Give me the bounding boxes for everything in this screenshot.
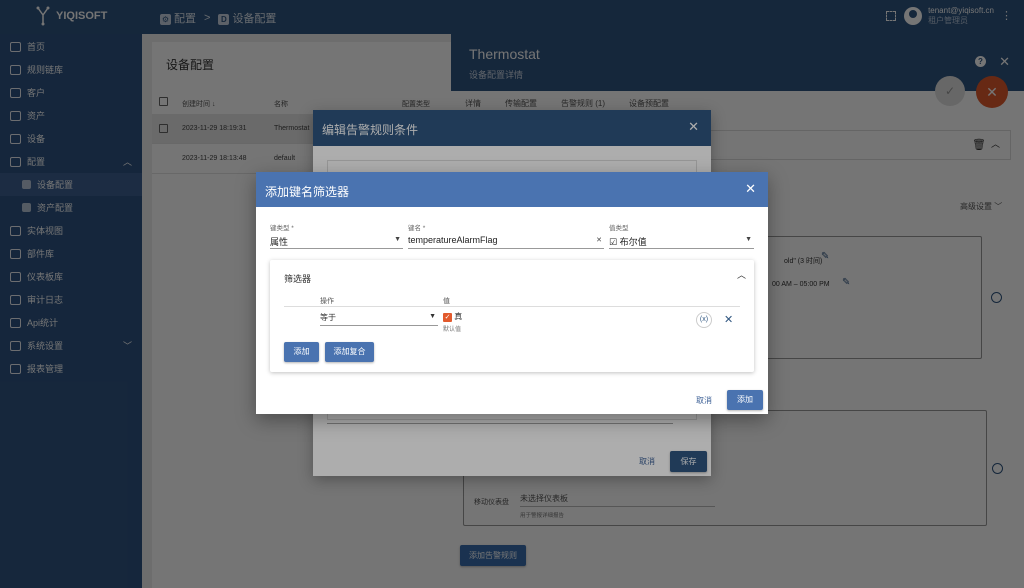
key-type-field[interactable]: 键类型 * 属性 ▼ xyxy=(270,222,403,249)
clear-icon[interactable]: ✕ xyxy=(596,236,602,244)
key-name-input[interactable]: temperatureAlarmFlag ✕ xyxy=(408,235,604,249)
value-type-select[interactable]: ☑ 布尔值 ▼ xyxy=(609,235,754,249)
add-filter-button[interactable]: 添加 xyxy=(284,342,319,362)
confirm-add-button[interactable]: 添加 xyxy=(727,390,763,410)
key-name-field[interactable]: 键名 * temperatureAlarmFlag ✕ xyxy=(408,222,604,249)
operation-select[interactable]: 等于 ▼ xyxy=(320,312,438,326)
value-type-value: 布尔值 xyxy=(619,237,647,247)
key-type-label: 键类型 * xyxy=(270,225,294,232)
dialog-header: 添加键名筛选器 ✕ xyxy=(256,172,768,207)
add-key-filter-dialog: 添加键名筛选器 ✕ 键类型 * 属性 ▼ 键名 * temperatureAlar… xyxy=(256,172,768,414)
operation-value: 等于 xyxy=(320,313,336,322)
checkbox-checked-icon: ✓ xyxy=(443,313,452,322)
close-icon[interactable]: ✕ xyxy=(745,181,756,197)
default-value-hint: 默认值 xyxy=(443,327,462,333)
filters-panel: 筛选器 ︿ 操作 值 等于 ▼ ✓ 真 默认值 (x) ✕ 添加 添加复合 xyxy=(270,260,754,372)
checkbox-icon: ☑ xyxy=(609,237,618,247)
add-complex-filter-button[interactable]: 添加复合 xyxy=(325,342,374,362)
key-name-value: temperatureAlarmFlag xyxy=(408,235,498,245)
dropdown-arrow-icon: ▼ xyxy=(745,236,752,243)
dynamic-value-button[interactable]: (x) xyxy=(696,312,712,328)
dropdown-arrow-icon: ▼ xyxy=(394,236,401,243)
value-type-field[interactable]: 值类型 ☑ 布尔值 ▼ xyxy=(609,222,754,249)
divider xyxy=(284,306,740,307)
op-header: 操作 xyxy=(320,298,334,305)
key-type-value: 属性 xyxy=(270,237,289,247)
chevron-up-icon[interactable]: ︿ xyxy=(737,268,746,281)
value-header: 值 xyxy=(443,298,450,305)
bool-label: 真 xyxy=(454,312,463,321)
value-type-label: 值类型 xyxy=(609,225,629,232)
filters-title: 筛选器 xyxy=(284,274,312,284)
remove-filter-icon[interactable]: ✕ xyxy=(724,313,733,326)
cancel-button[interactable]: 取消 xyxy=(696,395,712,406)
dropdown-arrow-icon: ▼ xyxy=(429,313,436,320)
key-name-label: 键名 * xyxy=(408,225,426,232)
dialog-title: 添加键名筛选器 xyxy=(265,185,350,199)
value-checkbox[interactable]: ✓ 真 xyxy=(443,311,462,322)
key-type-select[interactable]: 属性 ▼ xyxy=(270,235,403,249)
